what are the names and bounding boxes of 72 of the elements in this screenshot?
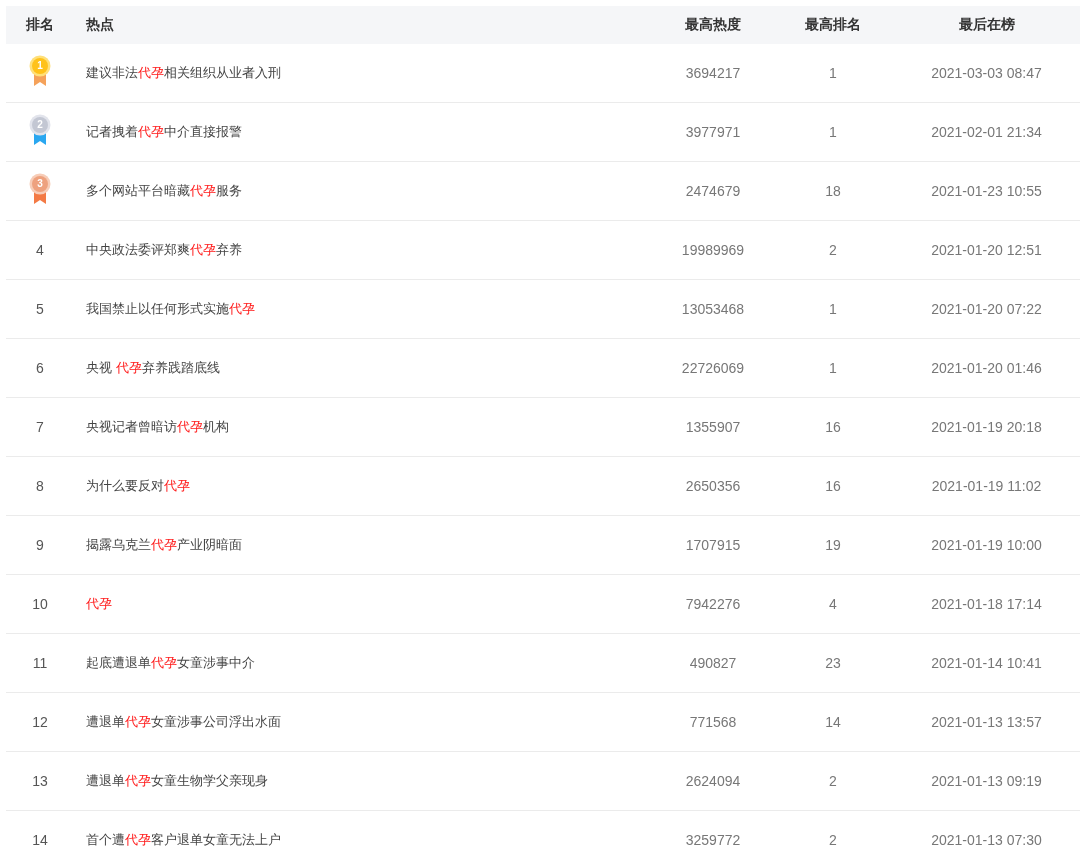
rank-number: 4 — [36, 242, 44, 258]
heat-value: 19989969 — [681, 242, 745, 258]
peak-rank: 1 — [829, 360, 837, 376]
topic-text: 我国禁止以任何形式实施代孕 — [86, 300, 255, 318]
heat-value: 1707915 — [685, 537, 741, 553]
topic-text: 央视 代孕弃养践踏底线 — [86, 359, 220, 377]
heat-value: 490827 — [689, 655, 737, 671]
rank-number: 8 — [36, 478, 44, 494]
topic-text: 揭露乌克兰代孕产业阴暗面 — [86, 536, 242, 554]
timestamp: 2021-01-19 11:02 — [931, 478, 1042, 494]
timestamp: 2021-03-03 08:47 — [931, 65, 1042, 81]
topic-text: 遭退单代孕女童生物学父亲现身 — [86, 772, 268, 790]
heat-value: 7942276 — [685, 596, 741, 612]
peak-rank: 2 — [829, 832, 837, 848]
timestamp: 2021-01-20 01:46 — [931, 360, 1042, 376]
rank-number: 14 — [32, 832, 48, 848]
peak-rank: 18 — [825, 183, 841, 199]
heat-value: 2650356 — [685, 478, 741, 494]
peak-rank: 2 — [829, 773, 837, 789]
heat-value: 3977971 — [685, 124, 741, 140]
heat-value: 3694217 — [685, 65, 741, 81]
column-header: 最高热度 — [685, 16, 741, 34]
topic-text: 为什么要反对代孕 — [86, 477, 190, 495]
heat-value: 1355907 — [685, 419, 741, 435]
topic-text: 首个遭代孕客户退单女童无法上户 — [86, 831, 281, 849]
heat-value: 13053468 — [681, 301, 745, 317]
column-header: 最高排名 — [805, 16, 861, 34]
timestamp: 2021-01-14 10:41 — [931, 655, 1042, 671]
peak-rank: 4 — [829, 596, 837, 612]
topic-text: 代孕 — [86, 595, 112, 613]
rank-number: 13 — [32, 773, 48, 789]
peak-rank: 1 — [829, 124, 837, 140]
timestamp: 2021-01-18 17:14 — [931, 596, 1042, 612]
heat-value: 22726069 — [681, 360, 745, 376]
topic-text: 中央政法委评郑爽代孕弃养 — [86, 241, 242, 259]
timestamp: 2021-01-20 07:22 — [931, 301, 1042, 317]
peak-rank: 16 — [825, 419, 841, 435]
rank-number: 10 — [32, 596, 48, 612]
rank-number: 7 — [36, 419, 44, 435]
rank-number: 9 — [36, 537, 44, 553]
peak-rank: 1 — [829, 301, 837, 317]
timestamp: 2021-02-01 21:34 — [931, 124, 1042, 140]
rank-number: 12 — [32, 714, 48, 730]
topic-text: 央视记者曾暗访代孕机构 — [86, 418, 229, 436]
topic-text: 建议非法代孕相关组织从业者入刑 — [86, 64, 281, 82]
heat-value: 3259772 — [685, 832, 741, 848]
topic-text: 遭退单代孕女童涉事公司浮出水面 — [86, 713, 281, 731]
rank-number: 11 — [32, 655, 48, 671]
peak-rank: 1 — [829, 65, 837, 81]
timestamp: 2021-01-13 13:57 — [931, 714, 1042, 730]
column-header: 排名 — [26, 16, 54, 34]
heat-value: 2474679 — [685, 183, 741, 199]
timestamp: 2021-01-13 07:30 — [931, 832, 1042, 848]
heat-value: 2624094 — [685, 773, 741, 789]
column-header: 热点 — [86, 16, 114, 34]
peak-rank: 23 — [825, 655, 841, 671]
peak-rank: 16 — [825, 478, 841, 494]
peak-rank: 19 — [825, 537, 841, 553]
timestamp: 2021-01-20 12:51 — [931, 242, 1042, 258]
rank-number: 5 — [36, 301, 44, 317]
peak-rank: 2 — [829, 242, 837, 258]
timestamp: 2021-01-23 10:55 — [931, 183, 1042, 199]
topic-text: 多个网站平台暗藏代孕服务 — [86, 182, 242, 200]
heat-value: 771568 — [689, 714, 737, 730]
timestamp: 2021-01-19 10:00 — [931, 537, 1042, 553]
rank-number: 6 — [36, 360, 44, 376]
topic-text: 记者拽着代孕中介直接报警 — [86, 123, 242, 141]
column-header: 最后在榜 — [958, 16, 1015, 34]
topic-text: 起底遭退单代孕女童涉事中介 — [86, 654, 255, 672]
peak-rank: 14 — [825, 714, 841, 730]
timestamp: 2021-01-19 20:18 — [931, 419, 1042, 435]
timestamp: 2021-01-13 09:19 — [931, 773, 1042, 789]
